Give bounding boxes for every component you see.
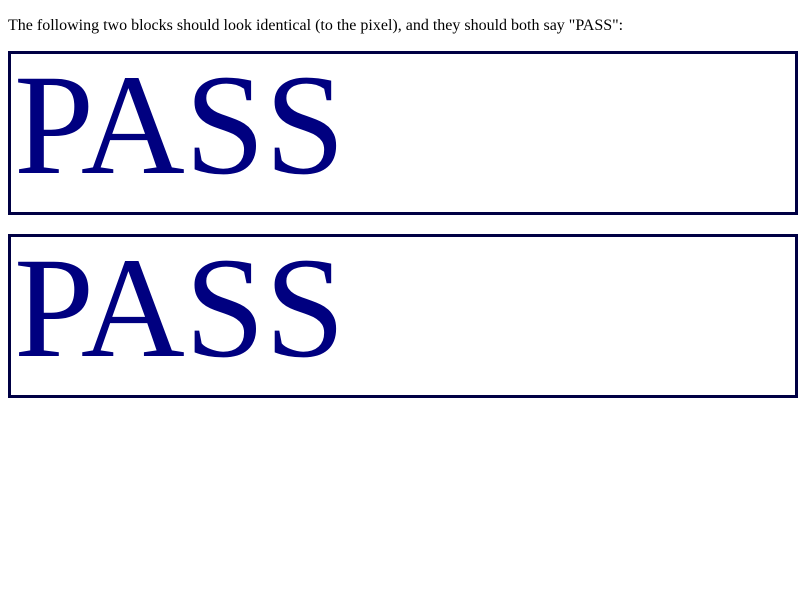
intro-text: The following two blocks should look ide…: [8, 17, 624, 34]
test-block-1: PASS: [8, 51, 798, 215]
test-block-2: PASS: [8, 234, 798, 398]
pass-text: PASS: [14, 234, 346, 388]
pass-text: PASS: [14, 51, 346, 205]
